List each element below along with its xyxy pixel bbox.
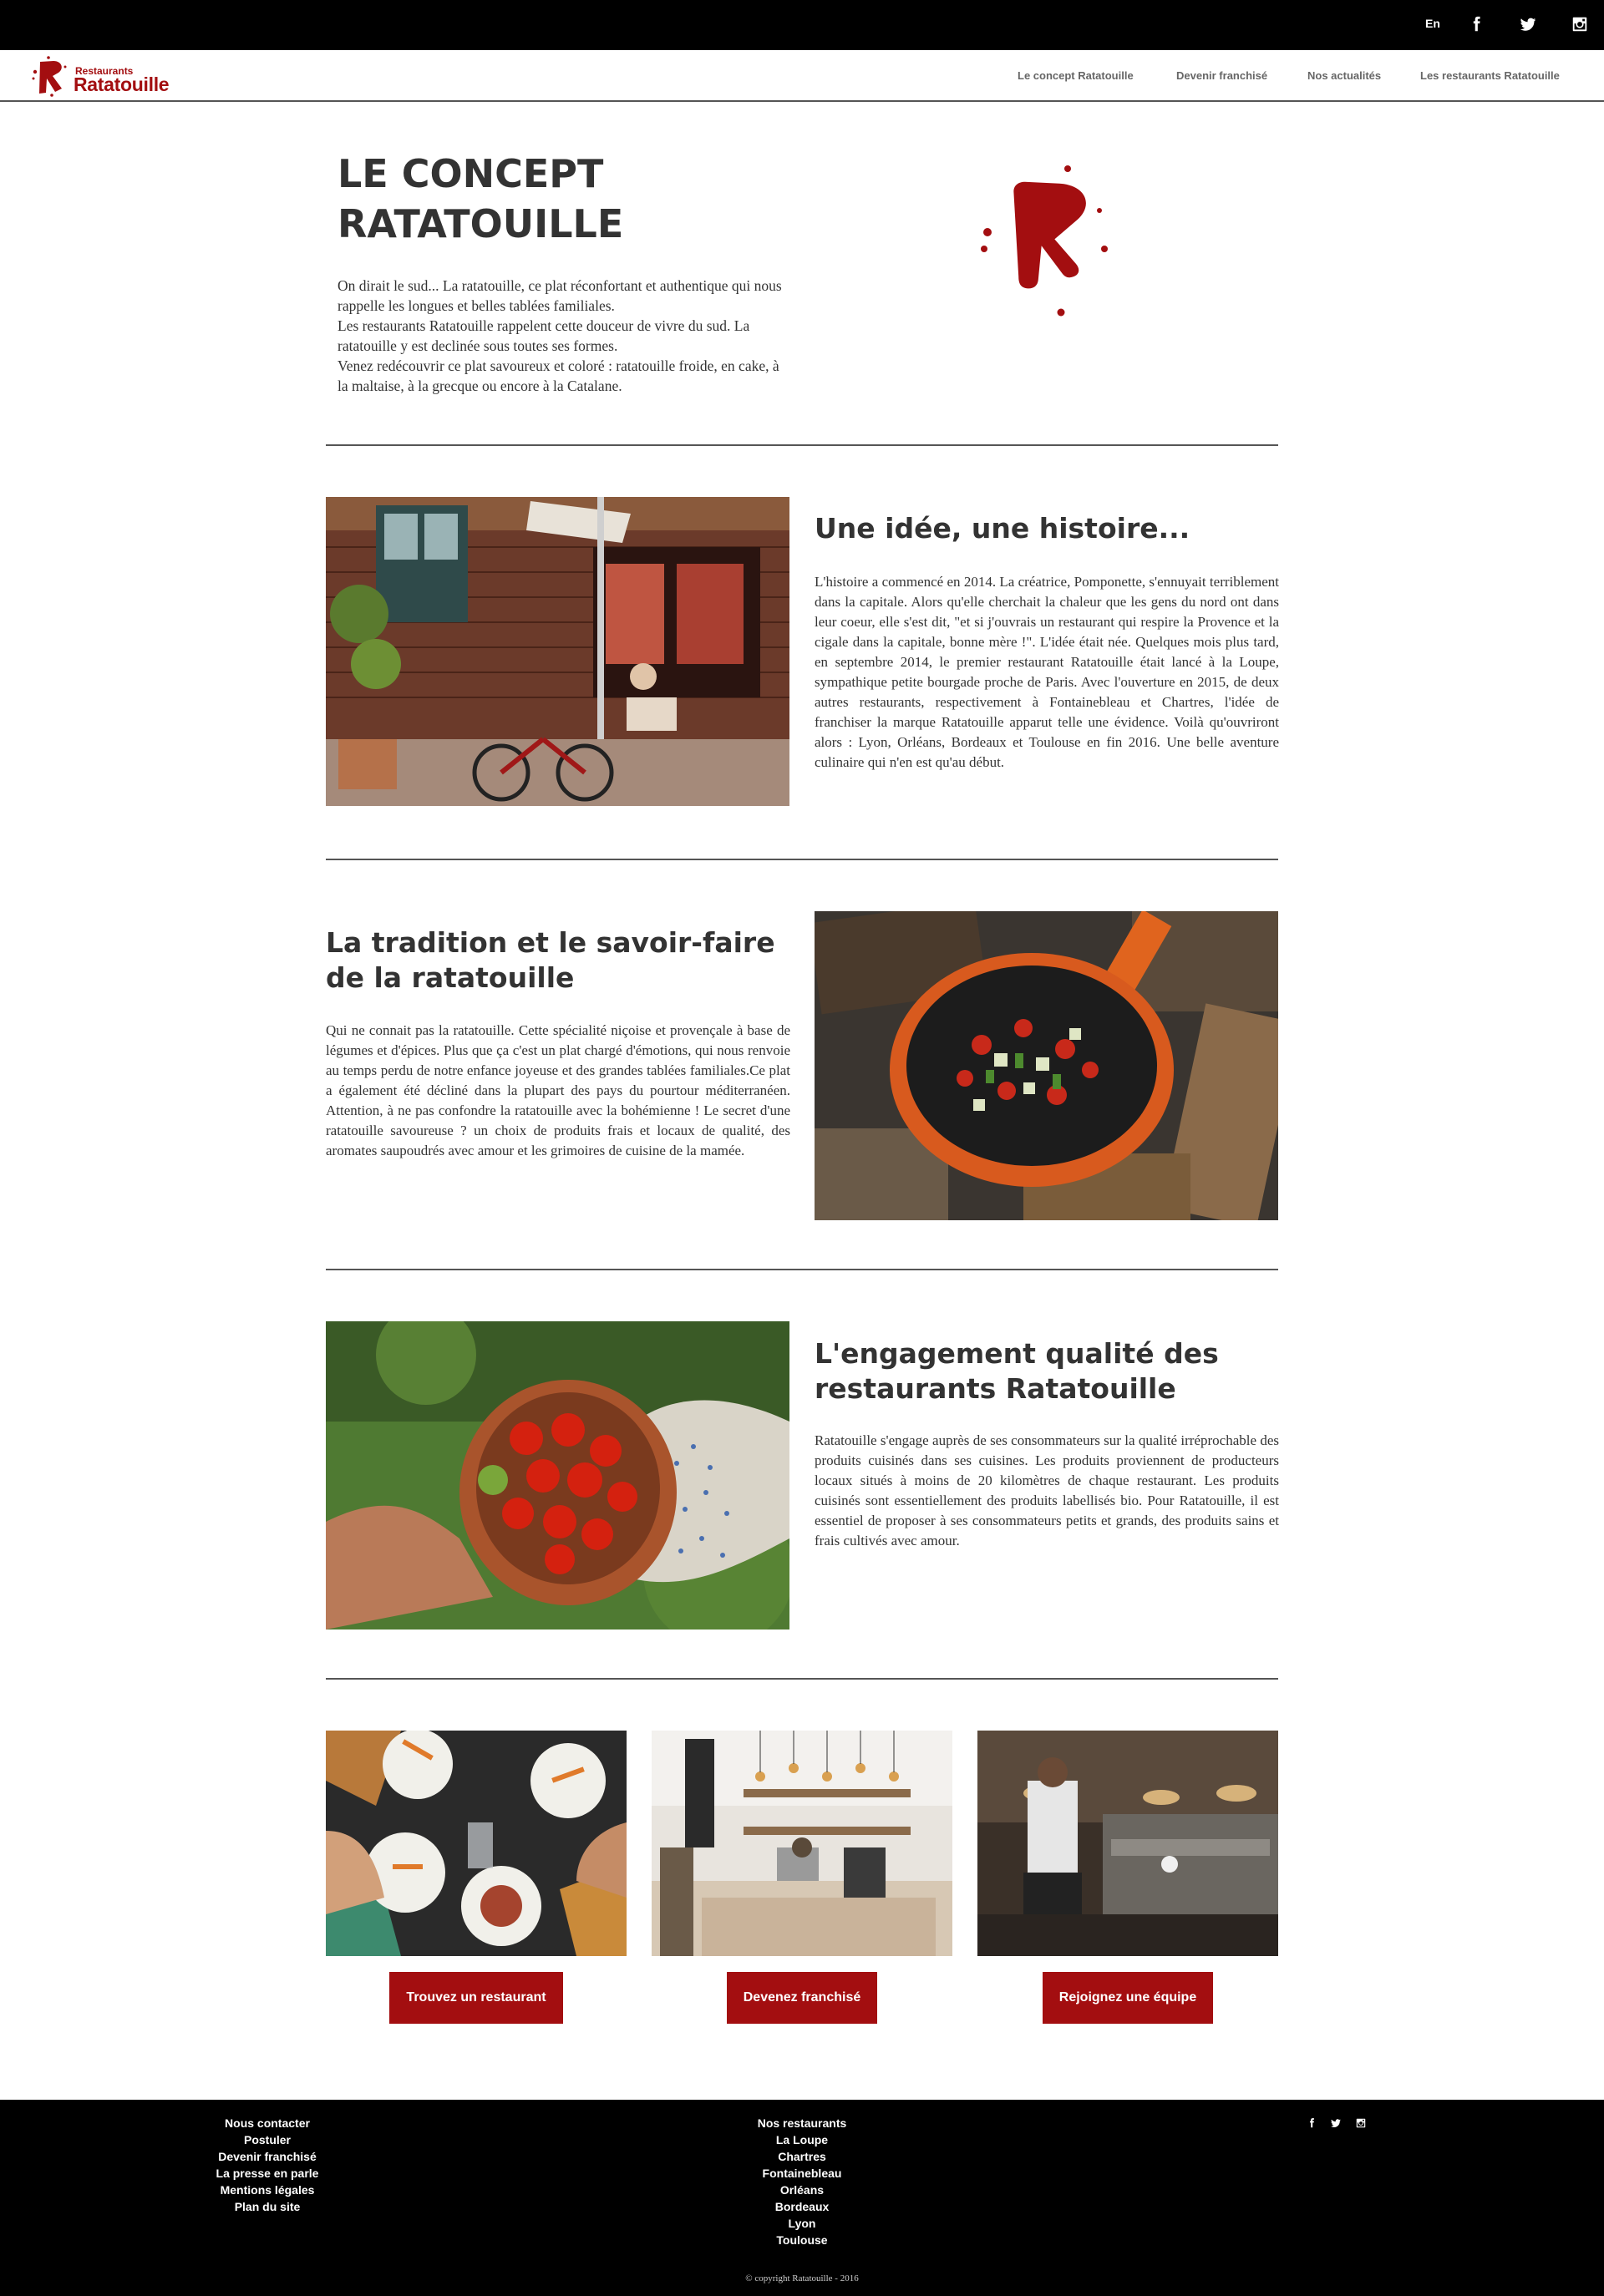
nav-link-concept[interactable]: Le concept Ratatouille (1018, 69, 1134, 82)
language-switch[interactable]: En (1425, 17, 1440, 30)
copyright: © copyright Ratatouille - 2016 (745, 2273, 859, 2283)
footer-link-bordeaux[interactable]: Bordeaux (718, 2198, 886, 2215)
footer-link-toulouse[interactable]: Toulouse (718, 2232, 886, 2248)
section-text-history: L'histoire a commencé en 2014. La créatr… (815, 574, 1279, 770)
footer-link-legal[interactable]: Mentions légales (184, 2182, 351, 2198)
section-text-quality: Ratatouille s'engage auprès de ses conso… (815, 1432, 1279, 1548)
footer-link-restaurants[interactable]: Nos restaurants (718, 2115, 886, 2131)
footer-links-restaurants: Nos restaurants La Loupe Chartres Fontai… (718, 2115, 886, 2248)
facebook-icon[interactable] (1306, 2117, 1317, 2129)
footer-link-la-loupe[interactable]: La Loupe (718, 2131, 886, 2148)
top-bar: En (0, 0, 1604, 50)
intro-paragraph: On dirait le sud... La ratatouille, ce p… (338, 277, 782, 314)
footer-link-orleans[interactable]: Orléans (718, 2182, 886, 2198)
twitter-icon[interactable] (1330, 2117, 1342, 2129)
footer-link-franchise[interactable]: Devenir franchisé (184, 2148, 351, 2165)
section-title-tradition: La tradition et le savoir-faire de la ra… (326, 926, 775, 994)
page-title-line-1: LE CONCEPT (338, 151, 604, 196)
bakery-counter-photo (652, 1731, 952, 1956)
brand-logo[interactable]: Restaurants Ratatouille (28, 55, 195, 99)
footer-link-lyon[interactable]: Lyon (718, 2215, 886, 2232)
logo-r-icon (32, 56, 67, 97)
nav-link-franchise[interactable]: Devenir franchisé (1176, 69, 1267, 82)
page-title-line-2: RATATOUILLE (338, 201, 624, 246)
ratatouille-r-logo (981, 165, 1108, 317)
facebook-icon[interactable] (1467, 15, 1485, 33)
footer-link-sitemap[interactable]: Plan du site (184, 2198, 351, 2215)
brand-name: Ratatouille (74, 73, 170, 95)
footer-link-press[interactable]: La presse en parle (184, 2165, 351, 2182)
shared-meal-photo (326, 1731, 627, 1956)
page-title: LE CONCEPT RATATOUILLE (338, 149, 805, 249)
nav-link-restaurants[interactable]: Les restaurants Ratatouille (1420, 69, 1560, 82)
ratatouille-pan-photo (815, 911, 1278, 1220)
divider (326, 1678, 1278, 1680)
intro-paragraph: Venez redécouvrir ce plat savoureux et c… (338, 357, 779, 394)
join-team-button[interactable]: Rejoignez une équipe (1043, 1972, 1213, 2024)
instagram-icon[interactable] (1571, 15, 1589, 33)
intro-paragraph: Les restaurants Ratatouille rappelent ce… (338, 317, 750, 354)
footer-link-contact[interactable]: Nous contacter (184, 2115, 351, 2131)
nav-link-news[interactable]: Nos actualités (1307, 69, 1381, 82)
section-text-tradition: Qui ne connait pas la ratatouille. Cette… (326, 1022, 790, 1158)
footer-link-apply[interactable]: Postuler (184, 2131, 351, 2148)
divider (326, 444, 1278, 446)
section-title-history: Une idée, une histoire... (815, 512, 1190, 545)
kitchen-team-photo (977, 1731, 1278, 1956)
find-restaurant-button[interactable]: Trouvez un restaurant (389, 1972, 563, 2024)
twitter-icon[interactable] (1519, 15, 1537, 33)
intro-text: On dirait le sud... La ratatouille, ce p… (338, 276, 789, 396)
instagram-icon[interactable] (1355, 2117, 1367, 2129)
divider (326, 859, 1278, 860)
cafe-terrace-photo (326, 497, 789, 806)
tomato-bowl-photo (326, 1321, 789, 1630)
footer-link-chartres[interactable]: Chartres (718, 2148, 886, 2165)
section-title-quality: L'engagement qualité des restaurants Rat… (815, 1337, 1219, 1405)
footer: Nous contacter Postuler Devenir franchis… (0, 2100, 1604, 2296)
footer-link-fontainebleau[interactable]: Fontainebleau (718, 2165, 886, 2182)
become-franchisee-button[interactable]: Devenez franchisé (727, 1972, 877, 2024)
divider (326, 1269, 1278, 1270)
footer-links-company: Nous contacter Postuler Devenir franchis… (184, 2115, 351, 2215)
main-nav: Restaurants Ratatouille Le concept Ratat… (0, 50, 1604, 102)
